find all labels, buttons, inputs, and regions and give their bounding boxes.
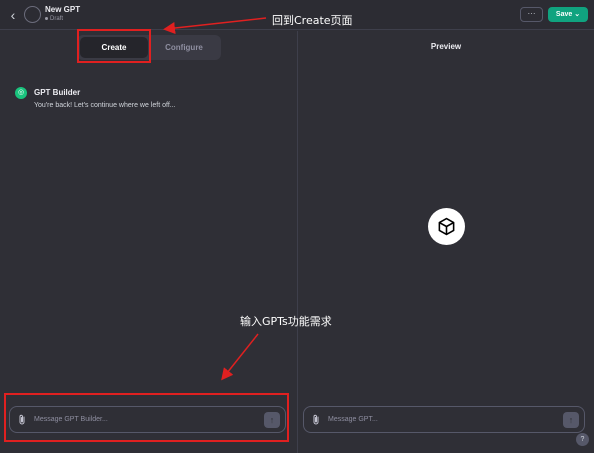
gpt-title: New GPT (45, 5, 81, 14)
help-button[interactable]: ? (576, 433, 589, 446)
save-button[interactable]: Save ⌄ (548, 7, 588, 22)
annotation-create-note: 回到Create页面 (272, 14, 353, 27)
draft-status-label: Draft (50, 16, 64, 22)
annotation-input-note: 输入GPTs功能需求 (240, 315, 332, 328)
annotation-arrow-input (221, 333, 259, 381)
preview-logo (428, 208, 465, 245)
preview-input-placeholder: Message GPT... (328, 416, 378, 423)
preview-message-input[interactable]: Message GPT... ↑ (303, 406, 585, 433)
preview-send-button[interactable]: ↑ (563, 412, 579, 428)
cube-icon (438, 217, 455, 236)
gpt-avatar[interactable] (24, 6, 41, 23)
paperclip-icon[interactable] (310, 413, 322, 427)
draft-status: Draft (45, 16, 63, 22)
tab-configure[interactable]: Configure (150, 37, 218, 58)
more-options-button[interactable]: ··· (520, 7, 543, 22)
builder-message: You're back! Let's continue where we lef… (34, 102, 176, 109)
chevron-left-icon[interactable]: ‹ (6, 8, 20, 22)
gpt-builder-icon: ◎ (15, 87, 27, 99)
annotation-box-input (4, 393, 289, 442)
builder-name: GPT Builder (34, 88, 81, 97)
annotation-box-create (77, 29, 151, 63)
panel-divider (297, 31, 298, 453)
preview-title: Preview (430, 42, 462, 51)
